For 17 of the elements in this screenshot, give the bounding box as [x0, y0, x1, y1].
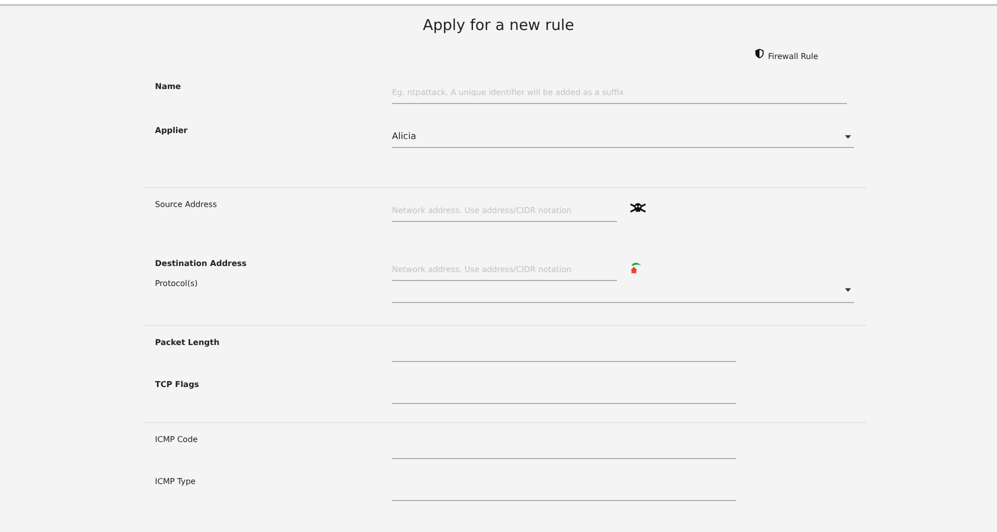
field-label: ICMP Type — [154, 476, 197, 486]
field-label: Name — [154, 81, 182, 91]
field-label: Packet Length — [154, 337, 220, 347]
skull-crossbones-icon — [629, 202, 647, 214]
field-label: Source Address — [154, 199, 218, 209]
caret-icon — [845, 288, 851, 292]
page-title: Apply for a new rule — [422, 16, 576, 34]
shield-icon — [754, 48, 765, 59]
field-label: ICMP Code — [154, 434, 199, 444]
dropdown-field[interactable]: Alicia — [392, 126, 854, 148]
rule-type-label: Firewall Rule — [768, 52, 818, 61]
caret-icon — [845, 134, 851, 138]
field-label: Destination Address — [154, 258, 248, 268]
field-label: TCP Flags — [154, 379, 200, 389]
field-label: Applier — [154, 125, 188, 135]
field-label: Protocol(s) — [154, 278, 199, 288]
house-umbrella-icon — [629, 261, 642, 274]
